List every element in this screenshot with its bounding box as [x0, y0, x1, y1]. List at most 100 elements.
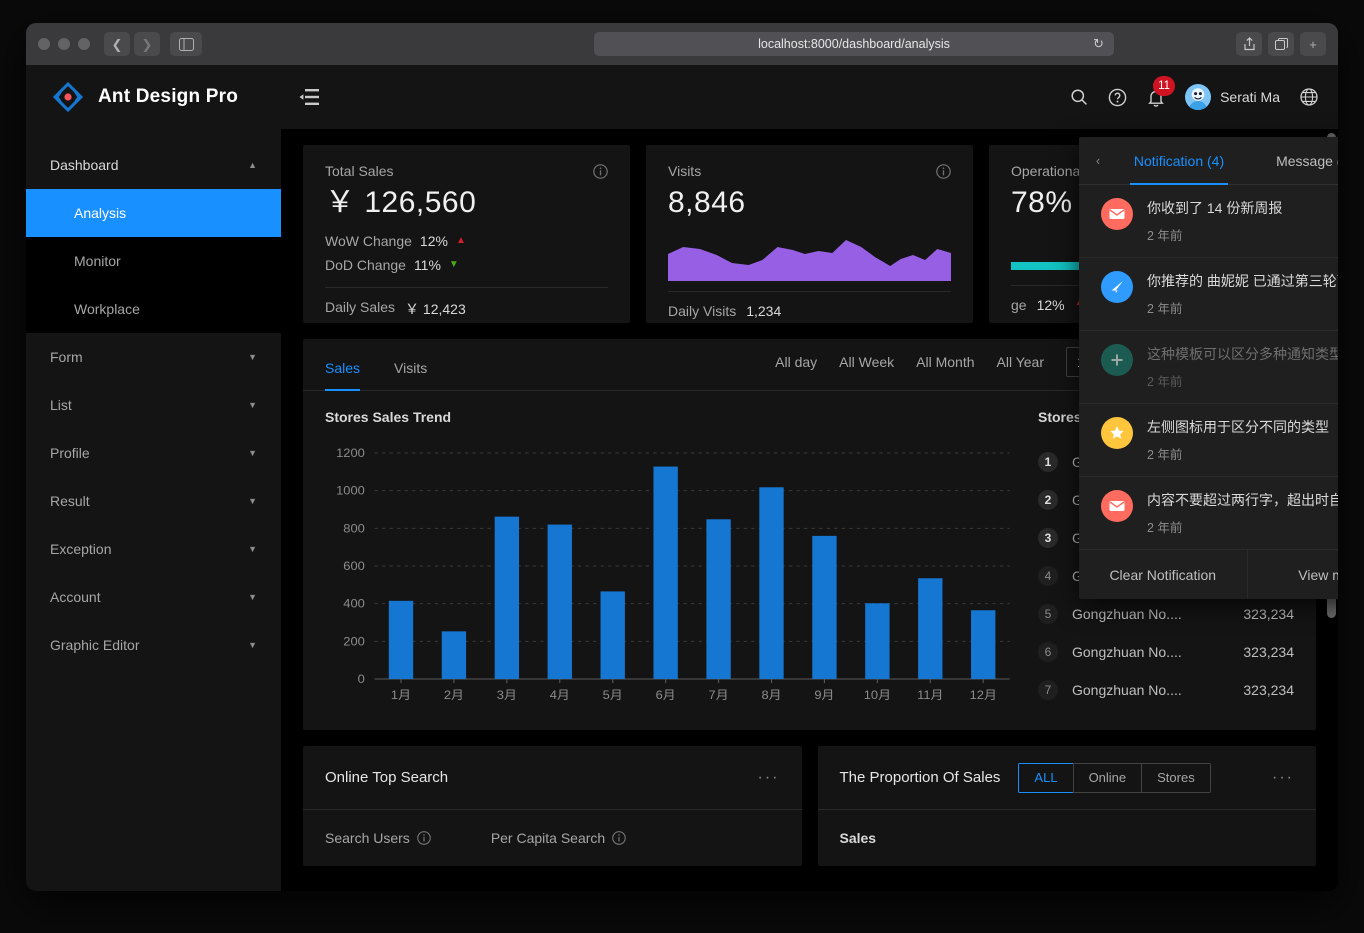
sidebar-group-dashboard[interactable]: Dashboard ▲ — [26, 141, 281, 189]
sidebar-group-exception[interactable]: Exception ▼ — [26, 525, 281, 573]
bell-icon[interactable]: 11 — [1147, 88, 1165, 107]
new-tab-icon[interactable]: + — [1300, 32, 1326, 56]
address-bar[interactable]: localhost:8000/dashboard/analysis ↻ — [594, 32, 1114, 56]
notification-item[interactable]: 内容不要超过两行字，超出时自动截断2 年前 — [1079, 477, 1338, 550]
more-options-icon[interactable]: ··· — [1272, 769, 1294, 787]
filter-all-week[interactable]: All Week — [839, 354, 894, 370]
search-icon[interactable] — [1070, 88, 1088, 106]
rank-store-name: Gongzhuan No.... — [1072, 644, 1243, 660]
caret-up-icon: ▲ — [456, 229, 466, 253]
svg-text:600: 600 — [343, 559, 365, 572]
segment-online[interactable]: Online — [1073, 763, 1142, 793]
filter-all-year[interactable]: All Year — [997, 354, 1044, 370]
notification-title: 左侧图标用于区分不同的类型 — [1147, 419, 1329, 435]
clear-notification-button[interactable]: Clear Notification — [1079, 550, 1247, 599]
segment-all[interactable]: ALL — [1018, 763, 1072, 793]
info-circle-icon[interactable] — [593, 164, 608, 179]
footer-label: Daily Sales — [325, 299, 395, 319]
stores-sales-bar-chart: 0200400600800100012001月2月3月4月5月6月7月8月9月1… — [325, 443, 1014, 713]
more-options-icon[interactable]: ··· — [758, 769, 780, 787]
notification-title: 内容不要超过两行字，超出时自动截断 — [1147, 492, 1338, 508]
notification-item[interactable]: 你推荐的 曲妮妮 已通过第三轮面试2 年前 — [1079, 258, 1338, 331]
sidebar-group-result[interactable]: Result ▼ — [26, 477, 281, 525]
menu-fold-icon[interactable] — [295, 83, 323, 111]
user-menu[interactable]: Serati Ma — [1185, 84, 1280, 110]
sidebar-group-profile[interactable]: Profile ▼ — [26, 429, 281, 477]
tab-overview-icon[interactable] — [1268, 32, 1294, 56]
browser-titlebar: ❮ ❯ localhost:8000/dashboard/analysis ↻ — [26, 23, 1338, 65]
proportion-of-sales-card: The Proportion Of Sales ALL Online Store… — [818, 746, 1317, 866]
sidebar-group-graphic-editor[interactable]: Graphic Editor ▼ — [26, 621, 281, 669]
sidebar-group-label: Dashboard — [50, 157, 119, 173]
notification-body: 左侧图标用于区分不同的类型2 年前 — [1147, 417, 1338, 463]
info-circle-icon[interactable] — [936, 164, 951, 179]
forward-icon[interactable]: ❯ — [134, 32, 160, 56]
sidebar-group-list[interactable]: List ▼ — [26, 381, 281, 429]
sidebar-group-form[interactable]: Form ▼ — [26, 333, 281, 381]
view-more-button[interactable]: View more — [1247, 550, 1339, 599]
info-circle-icon[interactable] — [417, 831, 431, 845]
sidebar-toggle-icon[interactable] — [170, 32, 202, 56]
star-icon — [1101, 417, 1133, 449]
notification-time: 2 年前 — [1147, 225, 1338, 244]
notification-body: 你收到了 14 份新周报2 年前 — [1147, 198, 1338, 244]
svg-text:6月: 6月 — [656, 688, 676, 701]
notification-list: 你收到了 14 份新周报2 年前你推荐的 曲妮妮 已通过第三轮面试2 年前这种模… — [1079, 185, 1338, 550]
notification-item[interactable]: 左侧图标用于区分不同的类型2 年前 — [1079, 404, 1338, 477]
sidebar-item-workplace[interactable]: Workplace — [26, 285, 281, 333]
svg-text:1月: 1月 — [391, 688, 411, 701]
window-controls[interactable] — [38, 38, 90, 50]
tab-notification[interactable]: Notification (4) — [1111, 137, 1247, 185]
stat-value: 8,846 — [668, 183, 951, 223]
svg-text:1200: 1200 — [336, 446, 365, 459]
chevron-left-icon[interactable]: ‹ — [1085, 153, 1111, 168]
stat-card-total-sales: Total Sales ￥ 126,560 — [303, 145, 630, 323]
sidebar-group-label: Profile — [50, 445, 90, 461]
card-footer: Daily Sales ￥ 12,423 — [325, 287, 608, 319]
minimize-window-button[interactable] — [58, 38, 70, 50]
info-circle-icon[interactable] — [612, 831, 626, 845]
notification-item[interactable]: 这种模板可以区分多种通知类型2 年前 — [1079, 331, 1338, 404]
close-window-button[interactable] — [38, 38, 50, 50]
notification-body: 内容不要超过两行字，超出时自动截断2 年前 — [1147, 490, 1338, 536]
notification-tabs: ‹ Notification (4) Message (3) › — [1079, 137, 1338, 185]
dod-change-row: DoD Change 11% ▼ — [325, 253, 608, 277]
globe-icon[interactable] — [1300, 88, 1318, 106]
svg-text:9月: 9月 — [814, 688, 834, 701]
sidebar-group-label: Form — [50, 349, 83, 365]
footer-label: ge — [1011, 297, 1027, 313]
tab-sales[interactable]: Sales — [325, 360, 360, 390]
content-column: 11 — [281, 65, 1338, 891]
metric-label-text: Per Capita Search — [491, 830, 605, 846]
chevron-down-icon: ▼ — [248, 544, 257, 554]
sidebar-group-label: Exception — [50, 541, 111, 557]
mail-icon — [1101, 198, 1133, 230]
chevron-down-icon: ▼ — [248, 592, 257, 602]
tab-message[interactable]: Message (3) — [1247, 137, 1338, 185]
notification-item[interactable]: 你收到了 14 份新周报2 年前 — [1079, 185, 1338, 258]
ant-design-logo-icon — [52, 81, 84, 113]
reload-icon[interactable]: ↻ — [1093, 36, 1104, 52]
svg-text:200: 200 — [343, 635, 365, 648]
question-circle-icon[interactable] — [1108, 88, 1127, 107]
rank-number: 5 — [1038, 604, 1058, 624]
online-top-search-card: Online Top Search ··· Search Users — [303, 746, 802, 866]
mail-icon — [1101, 490, 1133, 522]
card-body: Search Users — [303, 810, 802, 866]
sidebar-logo[interactable]: Ant Design Pro — [26, 65, 281, 129]
sidebar-item-label: Analysis — [74, 205, 126, 221]
sidebar-item-monitor[interactable]: Monitor — [26, 237, 281, 285]
filter-all-month[interactable]: All Month — [916, 354, 974, 370]
back-icon[interactable]: ❮ — [104, 32, 130, 56]
rank-store-name: Gongzhuan No.... — [1072, 682, 1243, 698]
filter-all-day[interactable]: All day — [775, 354, 817, 370]
sidebar-group-account[interactable]: Account ▼ — [26, 573, 281, 621]
share-icon[interactable] — [1236, 32, 1262, 56]
svg-text:8月: 8月 — [761, 688, 781, 701]
tab-visits[interactable]: Visits — [394, 360, 427, 390]
dod-change-value: 11% — [414, 253, 441, 277]
svg-text:1000: 1000 — [336, 484, 365, 497]
segment-stores[interactable]: Stores — [1141, 763, 1211, 793]
sidebar-item-analysis[interactable]: Analysis — [26, 189, 281, 237]
maximize-window-button[interactable] — [78, 38, 90, 50]
